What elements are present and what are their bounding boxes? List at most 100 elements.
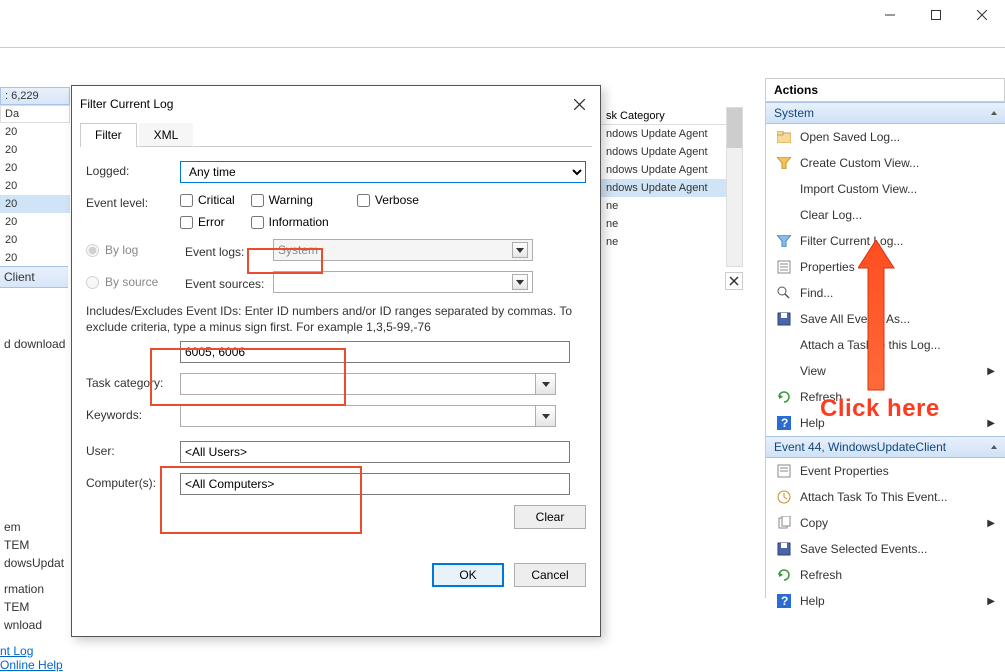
event-id-input[interactable] bbox=[180, 341, 570, 363]
information-checkbox[interactable]: Information bbox=[251, 215, 329, 229]
warning-checkbox[interactable]: Warning bbox=[251, 193, 313, 207]
table-row[interactable]: 20 bbox=[0, 231, 70, 249]
blank-icon bbox=[776, 363, 792, 379]
details-text: em bbox=[0, 518, 68, 536]
divider bbox=[0, 47, 1005, 48]
table-row[interactable]: ne bbox=[600, 233, 742, 251]
table-row[interactable]: 20 bbox=[0, 123, 70, 141]
actions-title: Actions bbox=[766, 78, 1005, 102]
table-row[interactable]: 20 bbox=[0, 177, 70, 195]
table-row[interactable]: 20 bbox=[0, 141, 70, 159]
table-row[interactable]: ne bbox=[600, 197, 742, 215]
collapse-icon[interactable] bbox=[991, 445, 997, 449]
properties-action[interactable]: Properties bbox=[766, 254, 1005, 280]
column-header-task[interactable]: sk Category bbox=[600, 108, 742, 125]
save-icon bbox=[776, 541, 792, 557]
create-custom-view-action[interactable]: Create Custom View... bbox=[766, 150, 1005, 176]
close-icon[interactable] bbox=[725, 272, 743, 290]
attach-task-event-action[interactable]: Attach Task To This Event... bbox=[766, 484, 1005, 510]
save-selected-action[interactable]: Save Selected Events... bbox=[766, 536, 1005, 562]
properties-icon bbox=[776, 463, 792, 479]
task-category-label: Task category: bbox=[86, 373, 180, 390]
event-sources-label: Event sources: bbox=[185, 274, 273, 291]
minimize-button[interactable] bbox=[867, 0, 913, 30]
chevron-down-icon[interactable] bbox=[536, 405, 556, 427]
table-row[interactable]: ndows Update Agent bbox=[600, 143, 742, 161]
event-id-help-text: Includes/Excludes Event IDs: Enter ID nu… bbox=[86, 303, 586, 335]
filter-dialog: Filter Current Log Filter XML Logged: An… bbox=[71, 85, 601, 637]
save-icon bbox=[776, 311, 792, 327]
attach-task-log-action[interactable]: Attach a Task to this Log... bbox=[766, 332, 1005, 358]
table-row[interactable]: ndows Update Agent bbox=[600, 179, 742, 197]
event-properties-action[interactable]: Event Properties bbox=[766, 458, 1005, 484]
find-icon bbox=[776, 285, 792, 301]
by-log-radio bbox=[86, 244, 99, 257]
help-action-2[interactable]: ?Help▶ bbox=[766, 588, 1005, 614]
tab-xml[interactable]: XML bbox=[139, 123, 194, 147]
chevron-down-icon[interactable] bbox=[536, 373, 556, 395]
actions-panel: Actions System Open Saved Log... Create … bbox=[765, 78, 1005, 598]
clear-button[interactable]: Clear bbox=[514, 505, 586, 529]
event-level-label: Event level: bbox=[86, 193, 180, 210]
table-row[interactable]: 20 bbox=[0, 249, 70, 267]
chevron-right-icon: ▶ bbox=[987, 518, 995, 529]
logged-select[interactable]: Any time bbox=[180, 161, 586, 183]
event-sources-combo[interactable] bbox=[273, 271, 533, 293]
computer-input[interactable] bbox=[180, 473, 570, 495]
details-text: TEM bbox=[0, 598, 68, 616]
user-label: User: bbox=[86, 441, 180, 458]
maximize-button[interactable] bbox=[913, 0, 959, 30]
logged-label: Logged: bbox=[86, 161, 180, 178]
import-custom-view-action[interactable]: Import Custom View... bbox=[766, 176, 1005, 202]
cancel-button[interactable]: Cancel bbox=[514, 563, 586, 587]
by-source-radio bbox=[86, 276, 99, 289]
online-help-link[interactable]: nt Log Online Help bbox=[0, 644, 63, 672]
task-category-column: sk Category ndows Update Agent ndows Upd… bbox=[600, 108, 742, 251]
find-action[interactable]: Find... bbox=[766, 280, 1005, 306]
critical-checkbox[interactable]: Critical bbox=[180, 193, 235, 207]
blank-icon bbox=[776, 207, 792, 223]
chevron-down-icon[interactable] bbox=[512, 274, 528, 290]
details-text: TEM bbox=[0, 536, 68, 554]
ok-button[interactable]: OK bbox=[432, 563, 504, 587]
keywords-label: Keywords: bbox=[86, 405, 180, 422]
close-button[interactable] bbox=[959, 0, 1005, 30]
refresh-icon bbox=[776, 389, 792, 405]
table-row[interactable]: 20 bbox=[0, 195, 70, 213]
refresh-action-2[interactable]: Refresh bbox=[766, 562, 1005, 588]
blank-icon bbox=[776, 181, 792, 197]
task-category-combo[interactable] bbox=[180, 373, 556, 395]
filter-current-log-action[interactable]: Filter Current Log... bbox=[766, 228, 1005, 254]
folder-icon bbox=[776, 129, 792, 145]
help-icon: ? bbox=[776, 415, 792, 431]
open-saved-log-action[interactable]: Open Saved Log... bbox=[766, 124, 1005, 150]
table-row[interactable]: ndows Update Agent bbox=[600, 125, 742, 143]
chevron-right-icon: ▶ bbox=[987, 366, 995, 377]
panel-header-client: Client bbox=[0, 266, 68, 288]
keywords-combo[interactable] bbox=[180, 405, 556, 427]
verbose-checkbox[interactable]: Verbose bbox=[357, 193, 419, 207]
annotation-text: Click here bbox=[820, 395, 940, 423]
chevron-right-icon: ▶ bbox=[987, 596, 995, 607]
column-header-date[interactable]: Da bbox=[0, 105, 70, 123]
error-checkbox[interactable]: Error bbox=[180, 215, 225, 229]
table-row[interactable]: 20 bbox=[0, 159, 70, 177]
task-icon bbox=[776, 489, 792, 505]
scrollbar[interactable] bbox=[726, 107, 743, 267]
copy-action[interactable]: Copy▶ bbox=[766, 510, 1005, 536]
collapse-icon[interactable] bbox=[991, 111, 997, 115]
help-icon: ? bbox=[776, 593, 792, 609]
view-action[interactable]: View▶ bbox=[766, 358, 1005, 384]
svg-text:?: ? bbox=[781, 416, 788, 430]
computer-label: Computer(s): bbox=[86, 473, 180, 490]
save-all-events-action[interactable]: Save All Events As... bbox=[766, 306, 1005, 332]
table-row[interactable]: 20 bbox=[0, 213, 70, 231]
clear-log-action[interactable]: Clear Log... bbox=[766, 202, 1005, 228]
details-text: d download bbox=[0, 335, 68, 353]
actions-group-system: System bbox=[766, 102, 1005, 124]
table-row[interactable]: ne bbox=[600, 215, 742, 233]
table-row[interactable]: ndows Update Agent bbox=[600, 161, 742, 179]
tab-filter[interactable]: Filter bbox=[80, 123, 137, 147]
user-input[interactable] bbox=[180, 441, 570, 463]
dialog-close-button[interactable] bbox=[566, 92, 592, 116]
